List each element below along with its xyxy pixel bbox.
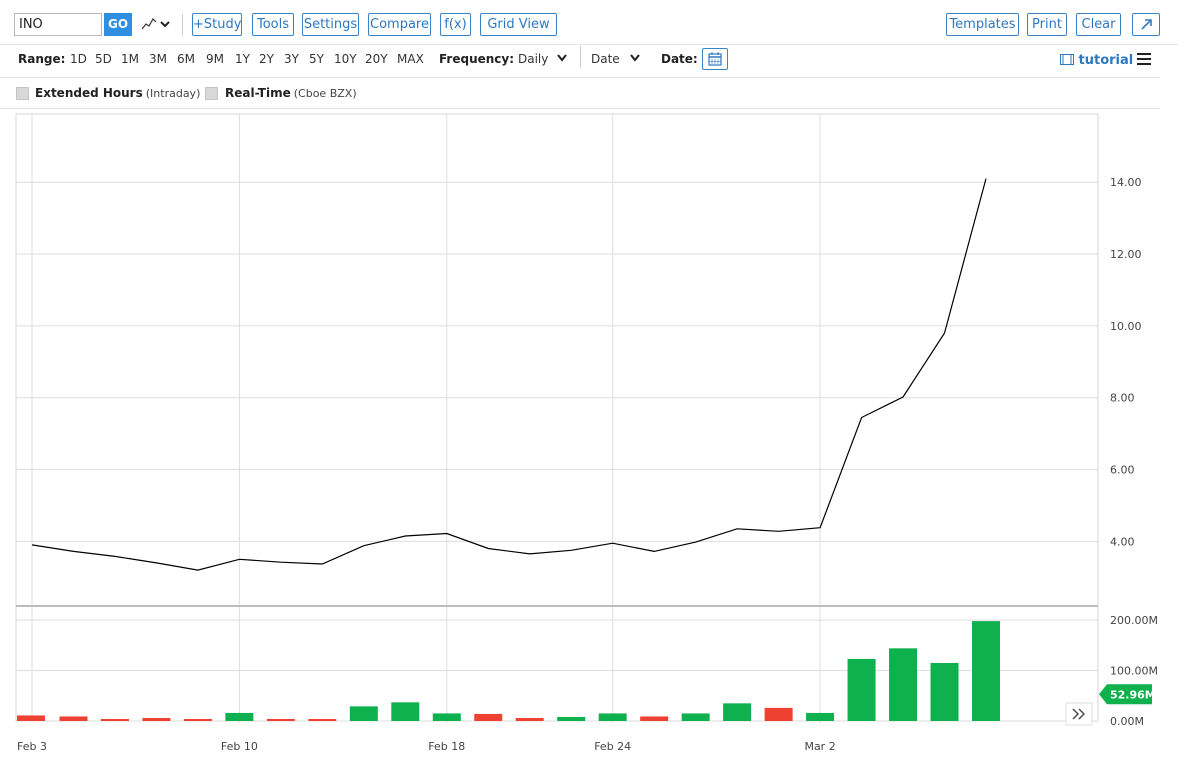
grid-view-button[interactable]: Grid View (480, 13, 557, 36)
range-label: Range: (18, 52, 66, 66)
volume-bar (474, 713, 503, 721)
real-time-checkbox[interactable] (205, 87, 218, 100)
tools-button[interactable]: Tools (252, 13, 294, 36)
date-mode-select[interactable]: Date (591, 52, 620, 66)
clear-button[interactable]: Clear (1076, 13, 1121, 36)
date-tick-label: Feb 10 (221, 740, 258, 753)
extended-hours-checkbox[interactable] (16, 87, 29, 100)
calendar-icon (708, 52, 722, 66)
volume-bar (764, 707, 793, 721)
line-chart-icon (141, 18, 170, 30)
go-button[interactable]: GO (104, 13, 132, 36)
date-tick-label: Feb 3 (17, 740, 47, 753)
hamburger-menu-icon[interactable] (1137, 53, 1151, 65)
volume-bar (723, 703, 752, 721)
price-tick-label: 10.00 (1110, 320, 1142, 333)
frequency-select[interactable]: Daily (518, 52, 548, 66)
chevron-down-icon[interactable] (557, 54, 567, 62)
extended-hours-sub: (Intraday) (145, 87, 201, 100)
tutorial-label: tutorial (1078, 53, 1134, 68)
price-tick-label: 4.00 (1110, 535, 1135, 548)
volume-bar (806, 712, 835, 721)
volume-bar (142, 717, 171, 721)
range-1m[interactable]: 1M (121, 52, 139, 66)
range-20y[interactable]: 20Y (365, 52, 388, 66)
range-5y[interactable]: 5Y (309, 52, 324, 66)
date-tick-label: Mar 2 (804, 740, 835, 753)
volume-tick-label: 100.00M (1110, 665, 1158, 678)
real-time-label[interactable]: Real-Time (Cboe BZX) (225, 86, 357, 100)
volume-bar (640, 716, 669, 721)
film-icon (1060, 54, 1074, 65)
settings-button[interactable]: Settings (302, 13, 359, 36)
range-6m[interactable]: 6M (177, 52, 195, 66)
volume-bar (266, 718, 295, 721)
fx-button[interactable]: f(x) (440, 13, 471, 36)
real-time-text: Real-Time (225, 86, 291, 100)
volume-bar (308, 718, 337, 721)
study-button[interactable]: +Study (192, 13, 242, 36)
volume-bar (391, 702, 420, 721)
options-bar: Extended Hours (Intraday) Real-Time (Cboe … (0, 78, 1160, 109)
scroll-right-button[interactable] (1065, 702, 1093, 726)
volume-bar (681, 713, 710, 721)
volume-bar (100, 718, 129, 721)
extended-hours-text: Extended Hours (35, 86, 143, 100)
volume-bar (225, 712, 254, 721)
volume-bar (59, 716, 88, 721)
calendar-button[interactable] (702, 48, 728, 70)
volume-bar (183, 718, 212, 721)
volume-bar (930, 662, 959, 721)
volume-tick-label: 0.00M (1110, 715, 1144, 728)
rangebar-divider (580, 46, 581, 68)
symbol-input[interactable] (14, 13, 102, 36)
range-bar: Range: 1D 5D 1M 3M 6M 9M 1Y 2Y 3Y 5Y 10Y… (0, 44, 1160, 78)
range-2y[interactable]: 2Y (259, 52, 274, 66)
range-1d[interactable]: 1D (70, 52, 87, 66)
volume-tick-label: 200.00M (1110, 614, 1158, 627)
volume-bar (17, 715, 45, 721)
price-volume-chart[interactable]: 4.00 6.00 8.00 10.00 12.00 14.00 Feb 3 Feb 10 Fe… (0, 112, 1178, 774)
print-button[interactable]: Print (1027, 13, 1067, 36)
compare-button[interactable]: Compare (368, 13, 431, 36)
last-volume-value: 52.96M (1110, 688, 1156, 701)
range-10y[interactable]: 10Y (334, 52, 357, 66)
date-label: Date: (661, 52, 698, 66)
price-tick-label: 12.00 (1110, 248, 1142, 261)
popout-button[interactable] (1132, 13, 1160, 36)
volume-bar (557, 716, 586, 721)
price-tick-label: 6.00 (1110, 464, 1135, 477)
volume-bar (349, 706, 378, 721)
range-5d[interactable]: 5D (95, 52, 112, 66)
extended-hours-label[interactable]: Extended Hours (Intraday) (35, 86, 200, 100)
chevron-down-icon[interactable] (630, 54, 640, 62)
range-3m[interactable]: 3M (149, 52, 167, 66)
external-link-icon (1141, 19, 1152, 30)
real-time-sub: (Cboe BZX) (293, 87, 357, 100)
volume-bar (598, 713, 627, 721)
chart-toolbar: GO +Study Tools Settings Compare f(x) Gr… (0, 0, 1178, 45)
volume-bar (972, 621, 1000, 721)
frequency-label: Frequency: (439, 52, 515, 66)
templates-button[interactable]: Templates (946, 13, 1019, 36)
price-tick-label: 8.00 (1110, 392, 1135, 405)
volume-bar (515, 717, 544, 721)
tutorial-link[interactable]: tutorial (1060, 53, 1133, 68)
date-tick-label: Feb 24 (594, 740, 631, 753)
volume-bar (889, 648, 918, 721)
range-max[interactable]: MAX (397, 52, 424, 66)
volume-bar (847, 658, 876, 721)
price-tick-label: 14.00 (1110, 176, 1142, 189)
range-3y[interactable]: 3Y (284, 52, 299, 66)
range-9m[interactable]: 9M (206, 52, 224, 66)
volume-bar (432, 713, 461, 721)
chart-type-selector[interactable] (141, 14, 172, 36)
toolbar-divider (182, 14, 183, 36)
date-tick-label: Feb 18 (428, 740, 465, 753)
plot-area (15, 113, 1099, 722)
range-1y[interactable]: 1Y (235, 52, 250, 66)
